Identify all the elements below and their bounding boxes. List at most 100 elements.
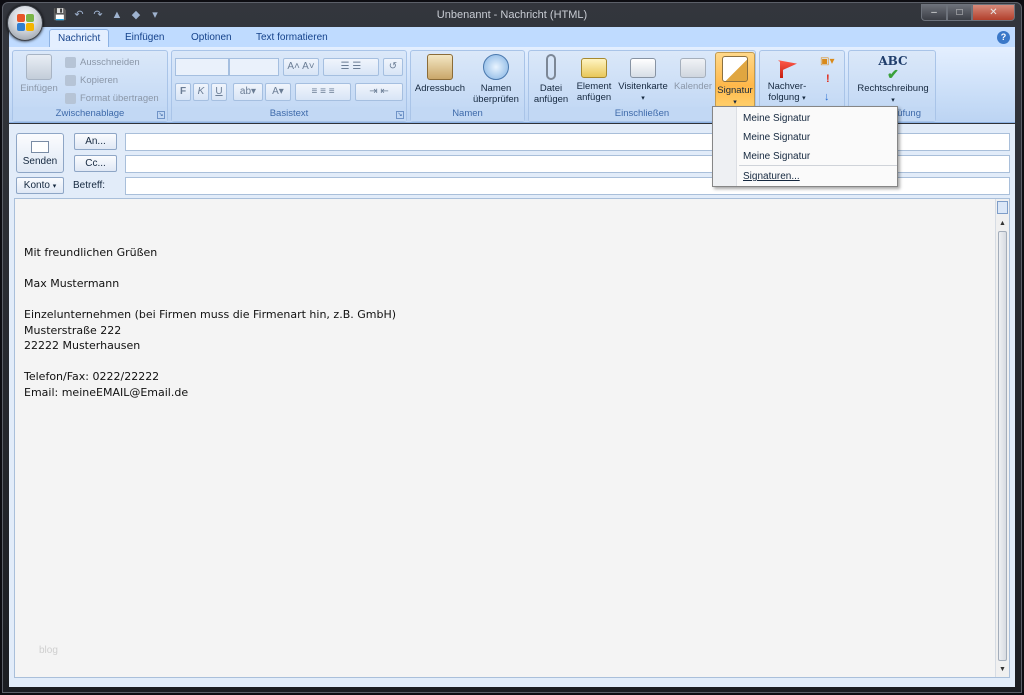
scroll-down-icon[interactable]: ▼ [996,665,1009,675]
checkmark-icon: ✔ [887,67,899,83]
watermark: blog [39,645,58,656]
italic-button[interactable]: K [193,83,209,101]
scroll-up-icon[interactable]: ▲ [996,219,1009,229]
dialog-launcher-icon[interactable]: ↘ [157,111,165,119]
tab-einfuegen[interactable]: Einfügen [117,29,172,47]
copy-button[interactable]: Kopieren [65,72,118,89]
body-line: Telefon/Fax: 0222/22222 [24,370,160,383]
indent-buttons[interactable]: ⇥ ⇤ [355,83,403,101]
list-buttons[interactable]: ☰ ☰ [323,58,379,76]
group-names: Adressbuch Namen überprüfen Namen [410,50,525,122]
addressbook-button[interactable]: Adressbuch [413,54,467,94]
paste-button[interactable]: Einfügen [16,54,62,94]
business-card-icon [630,58,656,78]
body-line-blank [24,354,396,370]
check-names-button[interactable]: Namen überprüfen [467,54,525,105]
calendar-icon [680,58,706,78]
ribbon-tab-bar: Nachricht Einfügen Optionen Text formati… [9,27,1015,48]
body-line: Musterstraße 222 [24,323,122,337]
chevron-down-icon: ▾ [733,99,737,106]
cut-button[interactable]: Ausschneiden [65,54,140,71]
menu-separator [739,165,897,166]
font-size-grow-shrink[interactable]: A˄ A˅ [283,58,319,76]
group-label-clipboard: Zwischenablage [13,107,167,121]
font-color-button[interactable]: A▾ [265,83,291,101]
tab-optionen[interactable]: Optionen [183,29,240,47]
scroll-thumb[interactable] [998,231,1007,661]
signature-button[interactable]: Signatur ▾ [715,52,755,108]
signature-icon [722,56,748,82]
attach-file-button[interactable]: Datei anfügen [532,54,570,105]
clipboard-icon [26,54,52,80]
spelling-button[interactable]: ABC ✔ Rechtschreibung ▾ [851,54,935,106]
body-line: Max Mustermann [24,277,120,290]
scissors-icon [65,57,76,68]
menu-item-signature[interactable]: Meine Signatur [743,132,810,143]
chevron-down-icon: ▾ [891,97,895,104]
format-painter-button[interactable]: Format übertragen [65,90,159,107]
vertical-scrollbar[interactable]: ▲ ▼ [995,199,1009,677]
menu-item-manage-signatures[interactable]: Signaturen... [743,171,800,182]
help-icon[interactable]: ? [997,31,1010,44]
send-button[interactable]: Senden [16,133,64,173]
calendar-button[interactable]: Kalender [671,54,715,92]
envelope-icon [581,58,607,78]
menu-item-signature[interactable]: Meine Signatur [743,151,810,162]
body-line-blank [24,261,396,277]
maximize-button[interactable]: □ [947,4,972,21]
addressbook-icon [427,54,453,80]
low-importance-icon[interactable]: ↓ [824,91,830,103]
business-card-button[interactable]: Visitenkarte ▾ [616,54,670,104]
followup-button[interactable]: Nachver- folgung ▾ [763,54,811,104]
office-button[interactable] [7,5,43,41]
body-line: Mit freundlichen Grüßen [24,246,158,259]
chevron-down-icon: ▾ [802,95,806,102]
message-form: Senden An... Cc... Konto ▾ Betreff: Mit … [9,124,1015,687]
attach-item-button[interactable]: Element anfügen [573,54,615,103]
paperclip-icon [546,54,556,80]
tab-text-formatieren[interactable]: Text formatieren [248,29,336,47]
font-size-combo[interactable] [229,58,279,76]
chevron-down-icon: ▾ [641,95,645,102]
menu-item-signature[interactable]: Meine Signatur [743,113,810,124]
account-button[interactable]: Konto ▾ [16,177,64,194]
minimize-button[interactable]: – [921,4,947,21]
to-button[interactable]: An... [74,133,117,150]
ruler-toggle-icon[interactable] [997,201,1008,214]
group-label-basictext: Basistext [172,107,406,121]
underline-button[interactable]: U [211,83,227,101]
copy-icon [65,75,76,86]
group-basictext: A˄ A˅ ☰ ☰ ↺ F K U ab▾ A▾ ≡ ≡ ≡ ⇥ ⇤ Basis… [171,50,407,122]
body-line: 22222 Musterhausen [24,339,141,352]
tab-nachricht[interactable]: Nachricht [49,29,110,48]
group-label-names: Namen [411,107,524,121]
subject-label: Betreff: [73,180,106,191]
font-name-combo[interactable] [175,58,229,76]
send-envelope-icon [31,141,49,153]
chevron-down-icon: ▾ [52,183,57,190]
office-logo-icon [17,14,35,32]
bold-button[interactable]: F [175,83,191,101]
signature-dropdown-menu: Meine Signatur Meine Signatur Meine Sign… [712,106,898,187]
high-importance-icon[interactable]: ! [826,73,830,85]
abc-icon: ABC [878,54,908,68]
body-line: Einzelunternehmen (bei Firmen muss die F… [24,308,397,321]
clear-format-icon[interactable]: ↺ [383,58,403,76]
brush-icon [65,93,76,104]
menu-gutter [713,107,737,186]
window-title: Unbenannt - Nachricht (HTML) [436,9,588,21]
message-body-text[interactable]: Mit freundlichen Grüßen Max Mustermann E… [24,245,396,400]
group-clipboard: Einfügen Ausschneiden Kopieren Format üb… [12,50,168,122]
message-body[interactable]: Mit freundlichen Grüßen Max Mustermann E… [14,198,1010,678]
align-buttons[interactable]: ≡ ≡ ≡ [295,83,351,101]
body-line: Email: meineEMAIL@Email.de [24,385,189,399]
categorize-icon[interactable]: ▣▾ [820,56,834,67]
cc-button[interactable]: Cc... [74,155,117,172]
dialog-launcher-icon[interactable]: ↘ [396,111,404,119]
close-button[interactable]: ✕ [972,4,1015,21]
flag-icon [777,60,797,78]
body-line-blank [24,292,396,308]
check-names-icon [483,54,509,80]
highlight-button[interactable]: ab▾ [233,83,263,101]
title-bar: 💾 ↶ ↷ ▲ ◆ ▾ Unbenannt - Nachricht (HTML)… [3,3,1021,29]
